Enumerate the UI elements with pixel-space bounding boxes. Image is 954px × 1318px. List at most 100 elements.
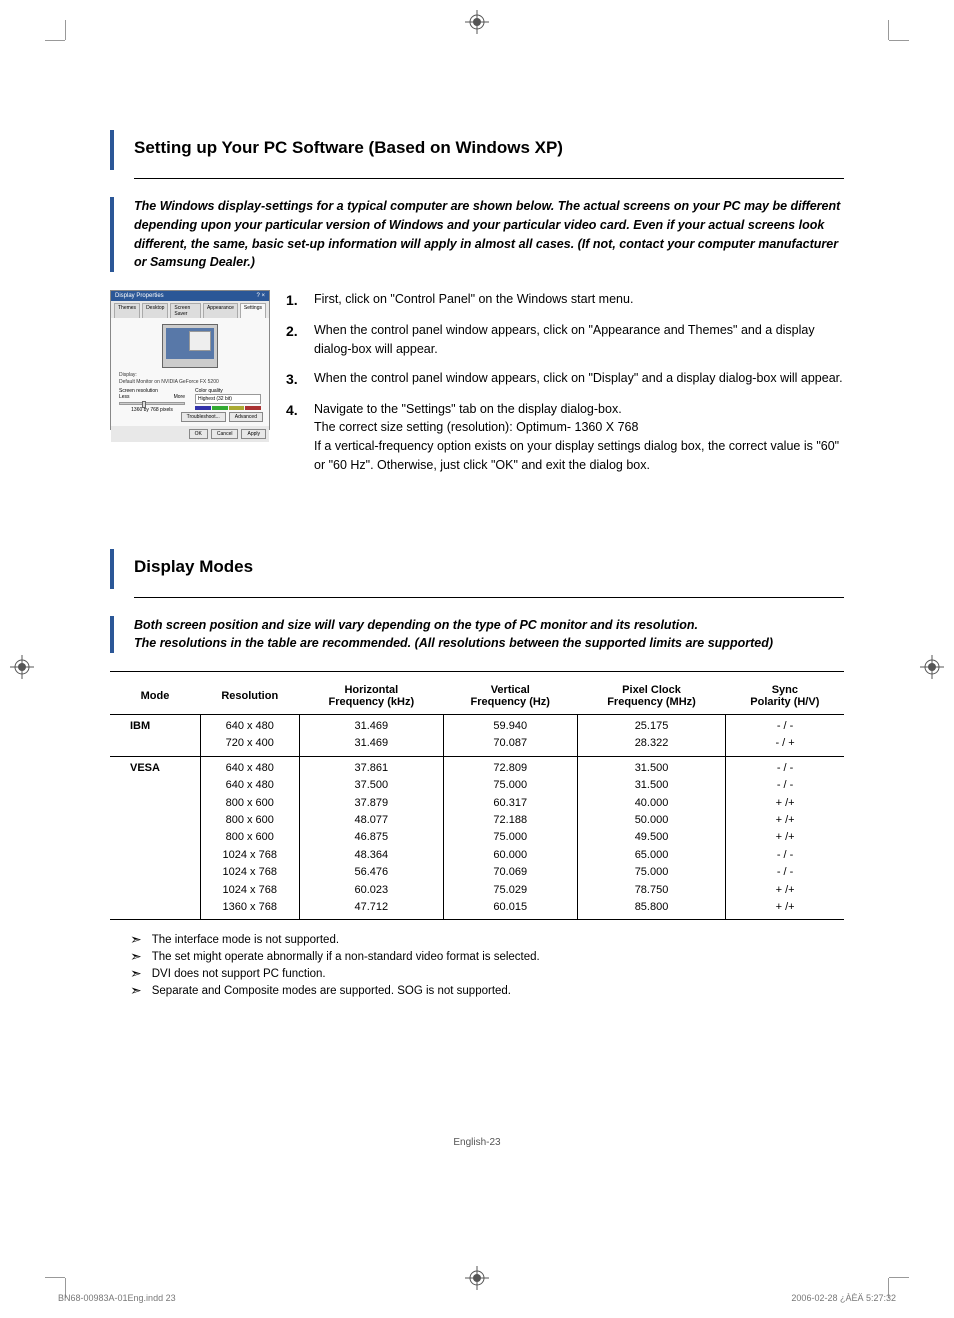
table-cell: 31.469 — [300, 715, 444, 736]
table-cell: 31.500 — [577, 756, 725, 777]
table-row: 1024 x 76848.36460.00065.000- / - — [110, 847, 844, 864]
table-cell: 800 x 600 — [200, 812, 300, 829]
note-item: ➣ DVI does not support PC function. — [110, 968, 844, 982]
table-row: 720 x 40031.46970.08728.322- / + — [110, 735, 844, 756]
monitor-icon — [162, 324, 218, 368]
bullet-icon: ➣ — [130, 985, 142, 999]
table-cell: + /+ — [726, 882, 844, 899]
dialog-tab: Screen Saver — [170, 303, 201, 318]
table-cell: 48.077 — [300, 812, 444, 829]
close-icon: ? × — [256, 293, 265, 299]
table-cell: 70.069 — [443, 864, 577, 881]
table-header: SyncPolarity (H/V) — [726, 678, 844, 715]
table-cell: + /+ — [726, 795, 844, 812]
table-cell: 31.500 — [577, 777, 725, 794]
ok-button: OK — [189, 429, 208, 439]
table-cell: 1024 x 768 — [200, 847, 300, 864]
display-label: Display: — [119, 372, 261, 378]
table-row: 1024 x 76856.47670.06975.000- / - — [110, 864, 844, 881]
table-cell: 60.023 — [300, 882, 444, 899]
troubleshoot-button: Troubleshoot... — [181, 412, 226, 422]
note-text: The interface mode is not supported. — [152, 934, 339, 948]
bullet-icon: ➣ — [130, 968, 142, 982]
table-row: 800 x 60037.87960.31740.000+ /+ — [110, 795, 844, 812]
step-number: 2. — [286, 321, 302, 359]
bullet-icon: ➣ — [130, 951, 142, 965]
step-item: 3.When the control panel window appears,… — [286, 369, 844, 390]
note-item: ➣ The interface mode is not supported. — [110, 934, 844, 948]
table-cell: 60.015 — [443, 899, 577, 919]
table-cell: - / - — [726, 777, 844, 794]
table-cell: - / - — [726, 715, 844, 736]
table-cell: 85.800 — [577, 899, 725, 919]
table-row: IBM640 x 48031.46959.94025.175- / - — [110, 715, 844, 736]
note-text: Separate and Composite modes are support… — [152, 985, 511, 999]
table-cell: 40.000 — [577, 795, 725, 812]
table-cell: 800 x 600 — [200, 829, 300, 846]
step-text: First, click on "Control Panel" on the W… — [314, 290, 633, 311]
note-item: ➣ Separate and Composite modes are suppor… — [110, 985, 844, 999]
mode-cell: IBM — [110, 715, 200, 757]
table-cell: 720 x 400 — [200, 735, 300, 756]
note-item: ➣ The set might operate abnormally if a n… — [110, 951, 844, 965]
step-number: 1. — [286, 290, 302, 311]
step-number: 4. — [286, 400, 302, 475]
table-cell: + /+ — [726, 812, 844, 829]
table-cell: 70.087 — [443, 735, 577, 756]
table-cell: 75.000 — [577, 864, 725, 881]
table-cell: 25.175 — [577, 715, 725, 736]
registration-mark-icon — [920, 655, 944, 679]
table-cell: 31.469 — [300, 735, 444, 756]
footer-filename: BN68-00983A-01Eng.indd 23 — [58, 1293, 176, 1303]
note-text: DVI does not support PC function. — [152, 968, 326, 982]
table-row: 800 x 60046.87575.00049.500+ /+ — [110, 829, 844, 846]
table-header: Pixel ClockFrequency (MHz) — [577, 678, 725, 715]
accent-bar — [110, 616, 114, 654]
display-properties-dialog: Display Properties ? × Themes Desktop Sc… — [110, 290, 270, 430]
registration-mark-icon — [465, 1266, 489, 1290]
table-cell: 640 x 480 — [200, 715, 300, 736]
note-text: The set might operate abnormally if a no… — [152, 951, 540, 965]
table-cell: 1024 x 768 — [200, 864, 300, 881]
section-title: Display Modes — [134, 557, 253, 581]
page-content: Setting up Your PC Software (Based on Wi… — [65, 40, 889, 1258]
accent-bar — [110, 549, 114, 589]
accent-bar — [110, 197, 114, 272]
table-cell: 65.000 — [577, 847, 725, 864]
table-cell: 50.000 — [577, 812, 725, 829]
resolution-value: 1360 by 768 pixels — [119, 407, 185, 413]
step-item: 2.When the control panel window appears,… — [286, 321, 844, 359]
table-cell: 640 x 480 — [200, 756, 300, 777]
resolution-slider — [119, 402, 185, 405]
dialog-tab: Appearance — [203, 303, 238, 318]
table-row: 1024 x 76860.02375.02978.750+ /+ — [110, 882, 844, 899]
bullet-icon: ➣ — [130, 934, 142, 948]
dialog-title: Display Properties — [115, 293, 164, 299]
table-cell: - / - — [726, 847, 844, 864]
table-cell: 60.000 — [443, 847, 577, 864]
table-cell: 56.476 — [300, 864, 444, 881]
steps-list: 1. First, click on "Control Panel" on the… — [286, 290, 844, 485]
step-item: 4.Navigate to the "Settings" tab on the … — [286, 400, 844, 475]
registration-mark-icon — [465, 10, 489, 34]
table-cell: 75.000 — [443, 829, 577, 846]
dialog-tab: Themes — [114, 303, 140, 318]
table-cell: 37.861 — [300, 756, 444, 777]
table-cell: 60.317 — [443, 795, 577, 812]
table-header: VerticalFrequency (Hz) — [443, 678, 577, 715]
table-cell: 47.712 — [300, 899, 444, 919]
step-number: 3. — [286, 369, 302, 390]
table-cell: 46.875 — [300, 829, 444, 846]
registration-mark-icon — [10, 655, 34, 679]
accent-bar — [110, 130, 114, 170]
table-cell: 1024 x 768 — [200, 882, 300, 899]
table-cell: 800 x 600 — [200, 795, 300, 812]
table-row: VESA640 x 48037.86172.80931.500- / - — [110, 756, 844, 777]
section-title: Setting up Your PC Software (Based on Wi… — [134, 138, 563, 162]
display-modes-table: ModeResolutionHorizontalFrequency (kHz)V… — [110, 678, 844, 919]
section-intro: The Windows display-settings for a typic… — [134, 197, 844, 272]
table-row: 800 x 60048.07772.18850.000+ /+ — [110, 812, 844, 829]
notes-list: ➣ The interface mode is not supported. ➣ Th… — [110, 934, 844, 999]
table-cell: 72.188 — [443, 812, 577, 829]
section-intro: Both screen position and size will vary … — [134, 616, 773, 654]
